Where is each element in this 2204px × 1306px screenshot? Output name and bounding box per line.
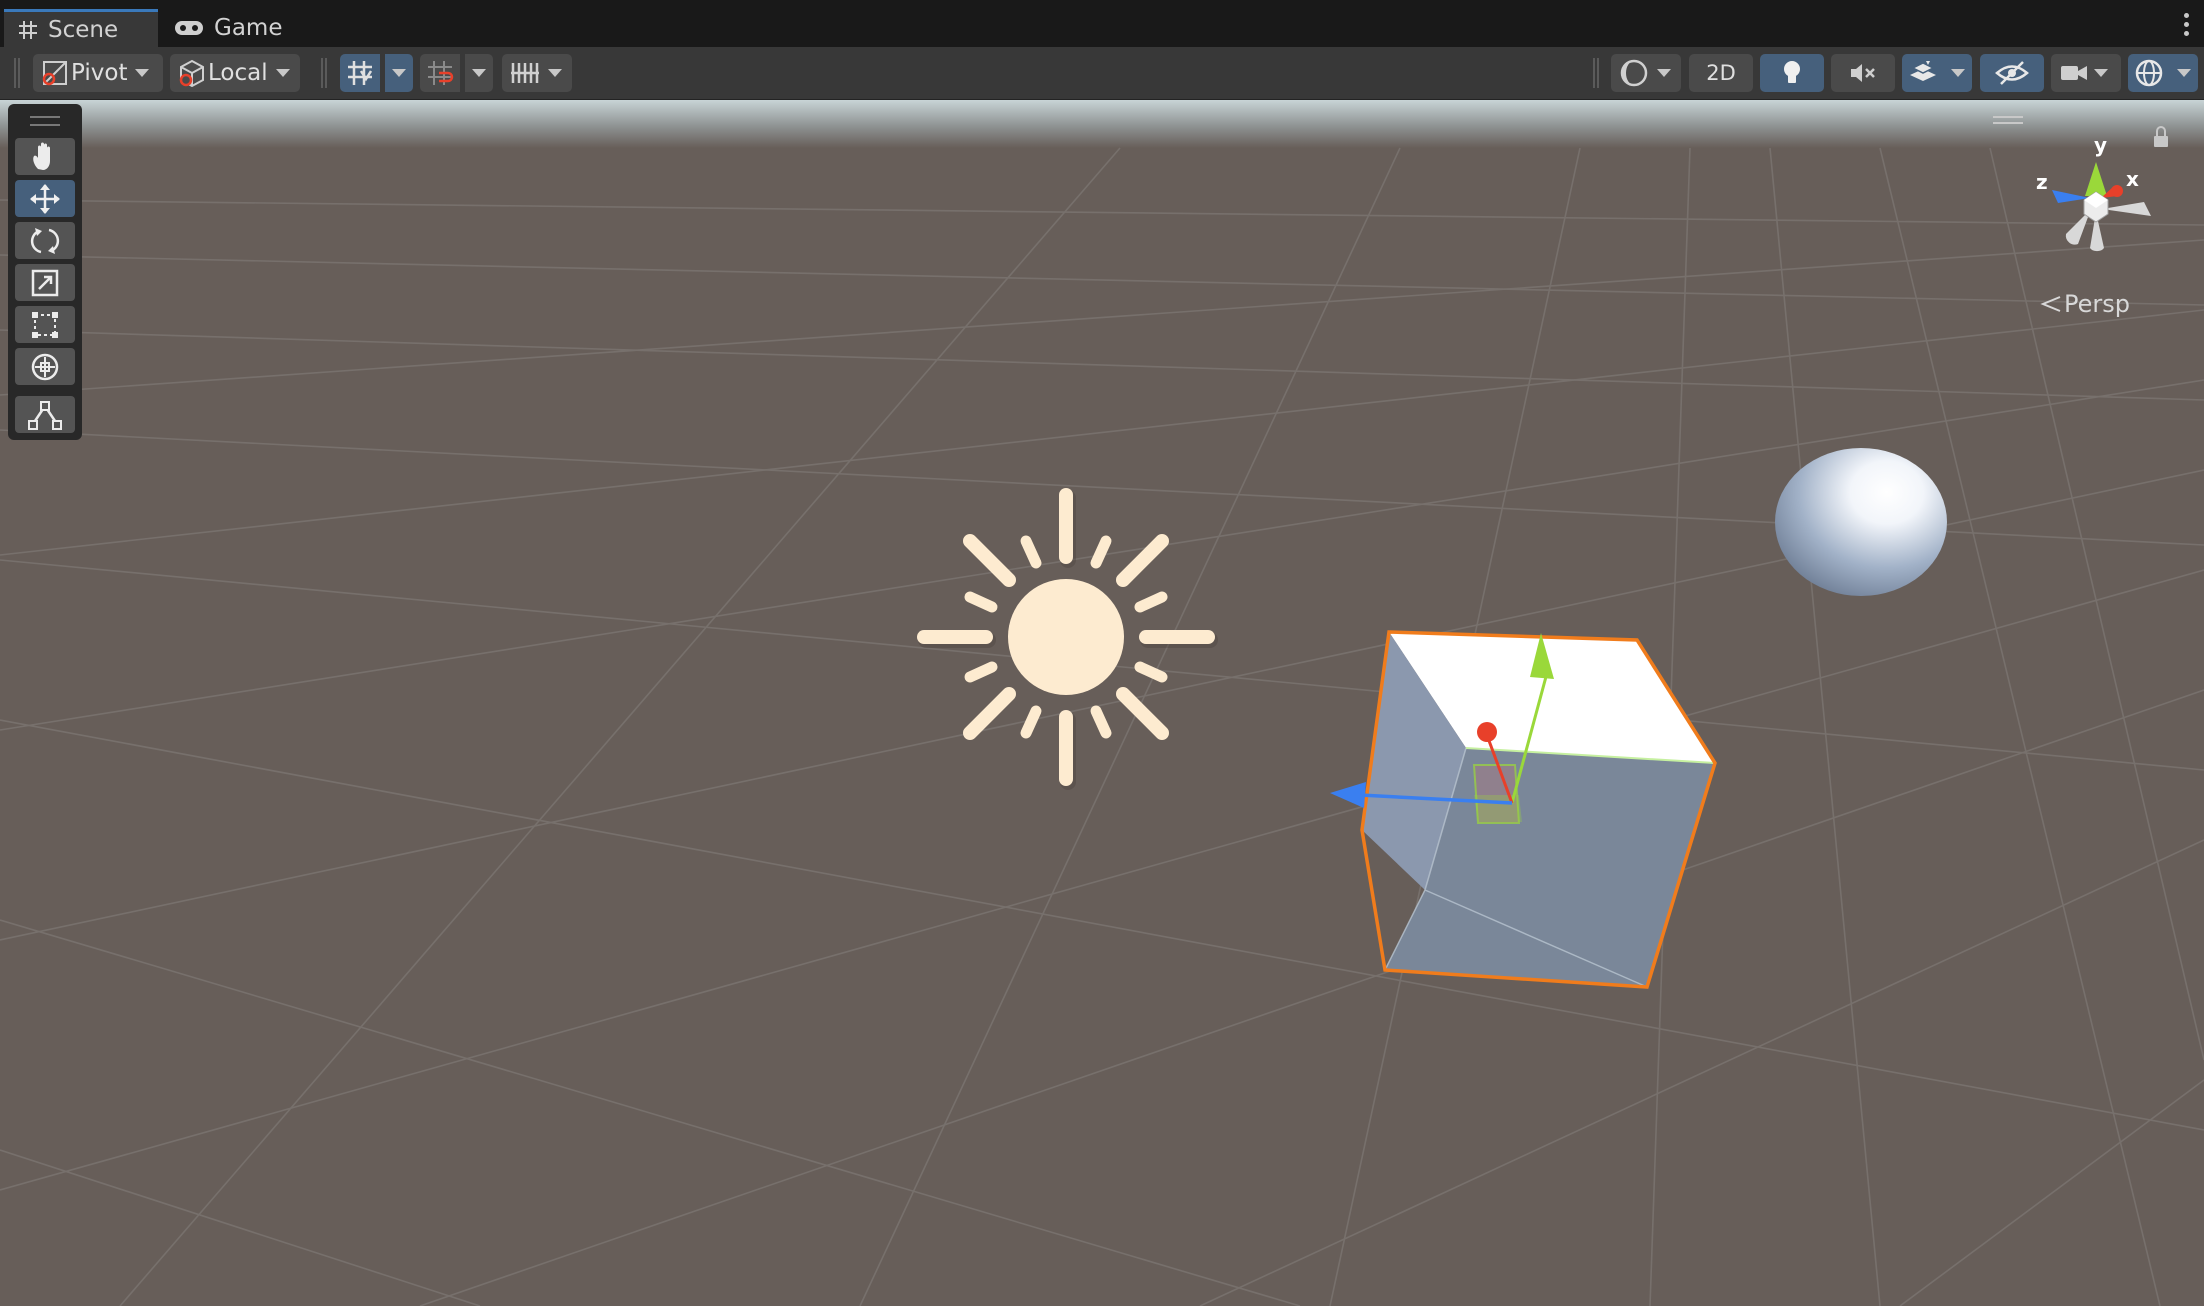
- move-tool-button[interactable]: [15, 180, 75, 217]
- tab-scene[interactable]: Scene: [4, 9, 158, 47]
- transform-icon: [31, 353, 59, 380]
- x-axis-label: x: [2126, 167, 2139, 191]
- grid-visibility-dropdown[interactable]: [502, 54, 572, 92]
- window-tab-bar: Scene Game: [0, 0, 2204, 47]
- scene-visibility-toggle[interactable]: [1980, 54, 2044, 92]
- local-label: Local: [208, 60, 268, 86]
- grid-snap-button[interactable]: [340, 54, 380, 92]
- gizmos-dropdown[interactable]: [2170, 54, 2198, 92]
- grid-snap-dropdown[interactable]: [385, 54, 413, 92]
- custom-tool-icon: [28, 400, 62, 430]
- z-axis-label: z: [2036, 170, 2048, 194]
- hand-icon: [33, 142, 50, 170]
- x-axis-handle[interactable]: [1477, 722, 1497, 742]
- tools-overlay-grip[interactable]: [30, 116, 60, 126]
- tab-scene-label: Scene: [48, 16, 119, 43]
- custom-tool-button[interactable]: [15, 396, 75, 433]
- chevron-down-icon: [275, 69, 290, 77]
- selected-cube-object[interactable]: [1360, 630, 1717, 989]
- increment-snap-button[interactable]: [420, 54, 460, 92]
- perspective-chevron-icon: [2040, 296, 2061, 312]
- camera-icon: [2061, 66, 2087, 80]
- rotate-tool-button[interactable]: [15, 222, 75, 259]
- shading-sphere-icon: [1620, 59, 1648, 87]
- chevron-down-icon: [1951, 69, 1965, 77]
- draw-mode-dropdown[interactable]: [1611, 54, 1681, 92]
- rect-tool-button[interactable]: [15, 306, 75, 343]
- toggle-2d-label: 2D: [1706, 61, 1736, 85]
- lightbulb-icon: [1784, 61, 1800, 83]
- y-axis-label: y: [2094, 133, 2107, 157]
- scene-toolbar: Pivot Local 2D: [0, 47, 2204, 100]
- increment-snap-dropdown[interactable]: [465, 54, 493, 92]
- rotate-icon: [30, 227, 60, 254]
- chevron-down-icon: [2177, 69, 2191, 77]
- more-options-icon[interactable]: [2184, 13, 2190, 40]
- chevron-down-icon: [392, 69, 406, 77]
- tab-game-label: Game: [214, 15, 283, 41]
- grid-snap-icon: [348, 61, 373, 85]
- snap-magnet-icon: [428, 61, 454, 85]
- chevron-down-icon: [548, 69, 562, 77]
- tab-game[interactable]: Game: [170, 9, 282, 47]
- hidden-eye-icon: [1995, 61, 2029, 85]
- chevron-down-icon: [1657, 69, 1671, 77]
- audio-toggle[interactable]: [1831, 54, 1895, 92]
- toolbar-grip[interactable]: [1593, 58, 1599, 88]
- gizmo-globe-icon: [2135, 59, 2163, 87]
- effects-toggle[interactable]: [1902, 54, 1944, 92]
- tools-overlay: [8, 104, 82, 440]
- gamepad-icon: [175, 21, 203, 35]
- toolbar-grip[interactable]: [321, 58, 327, 88]
- scale-tool-button[interactable]: [15, 264, 75, 301]
- move-arrows-icon: [30, 183, 60, 214]
- grid-ruler-icon: [511, 63, 539, 83]
- chevron-down-icon: [135, 69, 150, 77]
- scene-lighting-toggle[interactable]: [1760, 54, 1824, 92]
- scene-viewport[interactable]: y x z Persp: [0, 100, 2204, 1306]
- transform-tool-button[interactable]: [15, 348, 75, 385]
- rect-transform-icon: [32, 311, 58, 338]
- scale-icon: [31, 269, 59, 296]
- chevron-down-icon: [2094, 69, 2108, 77]
- pivot-dropdown[interactable]: Pivot: [33, 54, 163, 92]
- hand-tool-button[interactable]: [15, 138, 75, 175]
- pivot-icon: [42, 61, 67, 86]
- camera-dropdown[interactable]: [2051, 54, 2121, 92]
- chevron-down-icon: [472, 69, 486, 77]
- toolbar-grip[interactable]: [14, 58, 20, 88]
- toggle-2d-button[interactable]: 2D: [1689, 54, 1753, 92]
- scene-canvas[interactable]: y x z: [0, 100, 2204, 1306]
- local-dropdown[interactable]: Local: [170, 54, 300, 92]
- projection-label: Persp: [2064, 290, 2130, 318]
- projection-toggle[interactable]: Persp: [2040, 290, 2130, 318]
- pivot-label: Pivot: [71, 60, 128, 86]
- gizmos-toggle[interactable]: [2128, 54, 2170, 92]
- effects-dropdown[interactable]: [1944, 54, 1972, 92]
- local-cube-icon: [179, 59, 204, 87]
- hash-grid-icon: [19, 20, 37, 39]
- sphere-object[interactable]: [1775, 448, 1947, 596]
- audio-mute-icon: [1851, 64, 1875, 82]
- effects-layers-icon: [1910, 61, 1936, 81]
